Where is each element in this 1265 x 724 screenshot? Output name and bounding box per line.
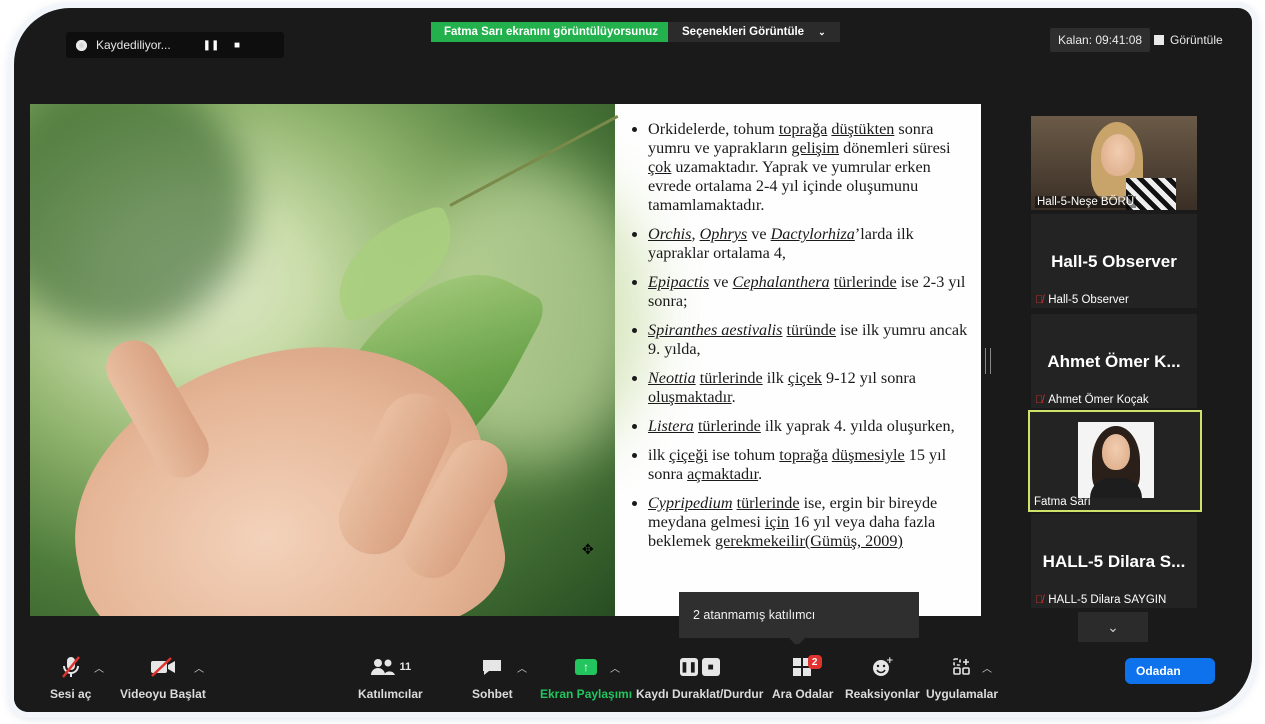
share-options-caret-icon[interactable]: ︿ <box>610 660 620 675</box>
leave-meeting-button[interactable]: Odadan <box>1125 658 1215 684</box>
participant-photo <box>1078 422 1154 498</box>
chevron-down-icon: ⌄ <box>1107 618 1119 635</box>
participant-tile-dilara[interactable]: HALL-5 Dilara S... 🎙̸ HALL-5 Dilara SAYGI… <box>1031 514 1197 608</box>
slide-bullet: Listera türlerinde ilk yaprak 4. yılda o… <box>648 417 971 436</box>
reactions-button[interactable]: + Reaksiyonlar <box>845 654 920 701</box>
slide-bullet: ilk çiçeği ise tohum toprağa düşmesiyle … <box>648 446 971 484</box>
grid-view-icon <box>1154 35 1164 45</box>
participant-tile-observer[interactable]: Hall-5 Observer 🎙̸ Hall-5 Observer <box>1031 214 1197 308</box>
slide-bullet: Orchis, Ophrys ve Dactylorhiza’larda ilk… <box>648 225 971 263</box>
participant-tile-fatma-active-speaker[interactable]: Fatma Sarı <box>1028 410 1202 512</box>
splitter-handle[interactable] <box>985 348 991 374</box>
participant-name: 🎙̸ Hall-5 Observer <box>1035 294 1129 306</box>
participants-button[interactable]: 11 Katılımcılar <box>358 654 423 701</box>
slide-bullet: Spiranthes aestivalis türünde ise ilk yu… <box>648 321 971 359</box>
video-options-caret-icon[interactable]: ︿ <box>194 660 204 675</box>
apps-options-caret-icon[interactable]: ︿ <box>982 660 992 675</box>
pause-stop-icon: ❚❚ ■ <box>678 654 722 680</box>
recording-label: Kaydediliyor... <box>96 38 171 52</box>
participant-name: Fatma Sarı <box>1034 496 1091 508</box>
stop-recording-icon[interactable]: ■ <box>226 36 248 54</box>
pause-stop-recording-button[interactable]: ❚❚ ■ Kaydı Duraklat/Durdur <box>636 654 763 701</box>
bullet-list: Orkidelerde, tohum toprağa düştükten son… <box>626 120 971 551</box>
unmute-button[interactable]: Sesi aç <box>50 654 91 701</box>
view-button[interactable]: Görüntüle <box>1154 28 1223 52</box>
scroll-participants-down-button[interactable]: ⌄ <box>1078 612 1148 642</box>
slide-bullet: Orkidelerde, tohum toprağa düştükten son… <box>648 120 971 215</box>
chevron-down-icon: ⌄ <box>818 26 826 37</box>
slide-photo-hand-leaf <box>30 104 650 616</box>
audio-options-caret-icon[interactable]: ︿ <box>94 660 104 675</box>
slide-text: Orkidelerde, tohum toprağa düştükten son… <box>626 120 971 561</box>
breakout-tooltip: 2 atanmamış katılımcı <box>679 592 919 646</box>
mic-muted-icon: 🎙̸ <box>1035 294 1044 306</box>
view-options-label: Seçenekleri Görüntüle <box>682 26 805 38</box>
recording-indicator: Kaydediliyor... ❚❚ ■ <box>66 32 284 58</box>
shared-screen-slide: Orkidelerde, tohum toprağa düştükten son… <box>30 104 981 616</box>
mic-muted-icon: 🎙̸ <box>1035 394 1044 406</box>
slide-bullet: Cypripedium türlerinde ise, ergin bir bi… <box>648 494 971 551</box>
record-label: Kaydı Duraklat/Durdur <box>636 687 764 701</box>
start-video-button[interactable]: Videoyu Başlat <box>120 654 206 701</box>
sharing-banner: Fatma Sarı ekranını görüntülüyorsunuz <box>431 22 672 42</box>
chat-label: Sohbet <box>472 687 513 701</box>
smiley-plus-icon: + <box>871 654 893 680</box>
unmute-label: Sesi aç <box>50 687 92 701</box>
chat-button[interactable]: Sohbet <box>472 654 513 701</box>
participants-label: Katılımcılar <box>358 687 423 701</box>
breakout-label: Ara Odalar <box>772 687 834 701</box>
participant-display-name: Ahmet Ömer K... <box>1047 352 1181 371</box>
participant-display-name: HALL-5 Dilara S... <box>1042 552 1186 571</box>
breakout-badge: 2 <box>807 655 822 669</box>
breakout-rooms-button[interactable]: 2 Ara Odalar <box>772 654 833 701</box>
view-label: Görüntüle <box>1170 33 1223 47</box>
participant-display-name: Hall-5 Observer <box>1051 252 1177 271</box>
participant-name: 🎙̸ HALL-5 Dilara SAYGIN <box>1035 594 1167 606</box>
start-video-label: Videoyu Başlat <box>120 687 206 701</box>
mic-muted-icon <box>60 654 82 680</box>
view-options-button[interactable]: Seçenekleri Görüntüle ⌄ <box>668 22 840 42</box>
slide-bullet: Epipactis ve Cephalanthera türlerinde is… <box>648 273 971 311</box>
chat-options-caret-icon[interactable]: ︿ <box>517 660 527 675</box>
participant-tile-ahmet[interactable]: Ahmet Ömer K... 🎙̸ Ahmet Ömer Koçak <box>1031 314 1197 408</box>
chat-bubble-icon <box>481 654 503 680</box>
reactions-label: Reaksiyonlar <box>845 687 920 701</box>
apps-icon <box>952 654 972 680</box>
meeting-toolbar: Sesi aç ︿ Videoyu Başlat ︿ 11 Katılımcıl… <box>14 644 1252 712</box>
svg-text:+: + <box>886 656 893 666</box>
participant-tile-nese[interactable]: Hall-5-Neşe BÖRÜ <box>1031 116 1197 210</box>
record-dot-icon <box>76 39 87 51</box>
slide-bullet: Neottia türlerinde ilk çiçek 9-12 yıl so… <box>648 369 971 407</box>
move-cursor-icon: ✥ <box>582 541 594 557</box>
share-screen-label: Ekran Paylaşımı <box>540 687 633 701</box>
participant-count: 11 <box>399 661 412 673</box>
video-off-icon <box>149 654 177 680</box>
mic-muted-icon: 🎙̸ <box>1035 594 1044 606</box>
participant-name: Hall-5-Neşe BÖRÜ <box>1035 196 1137 208</box>
time-remaining: Kalan: 09:41:08 <box>1050 28 1151 52</box>
participants-icon: 11 <box>370 654 412 680</box>
share-screen-icon: ↑ <box>575 654 598 680</box>
breakout-rooms-icon: 2 <box>792 654 822 680</box>
pause-recording-icon[interactable]: ❚❚ <box>200 36 222 54</box>
participant-name: 🎙̸ Ahmet Ömer Koçak <box>1035 394 1149 406</box>
zoom-window: Kaydediliyor... ❚❚ ■ Fatma Sarı ekranını… <box>14 8 1252 712</box>
apps-label: Uygulamalar <box>926 687 999 701</box>
